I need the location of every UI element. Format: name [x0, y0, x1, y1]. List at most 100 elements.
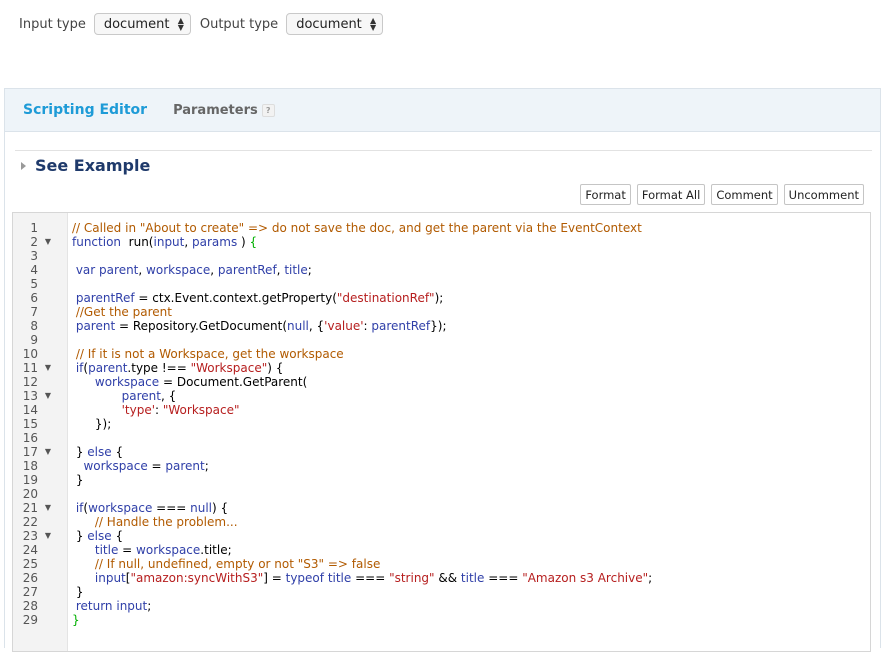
fold-arrow-icon[interactable]: ▼ — [45, 389, 51, 403]
code-line[interactable]: } — [72, 585, 870, 599]
code-token: input — [153, 235, 185, 249]
code-token: = — [147, 459, 166, 473]
tab-scripting-editor[interactable]: Scripting Editor — [23, 102, 147, 118]
code-token: else — [87, 445, 112, 459]
fold-arrow-icon[interactable]: ▼ — [45, 361, 51, 375]
code-line[interactable]: } else { — [72, 445, 870, 459]
code-token: null — [190, 501, 213, 515]
code-line[interactable]: parent, { — [72, 389, 870, 403]
type-selector-bar: Input type document ▲ ▼ Output type docum… — [19, 12, 384, 36]
line-number: 4 — [13, 263, 67, 277]
line-number-text: 17 — [22, 445, 38, 459]
code-token: parent — [165, 459, 205, 473]
line-number: 12 — [13, 375, 67, 389]
format-all-button[interactable]: Format All — [636, 184, 706, 205]
code-token: { — [111, 529, 124, 543]
code-token: = Repository.GetDocument( — [115, 319, 288, 333]
code-line[interactable] — [72, 431, 870, 445]
code-token: // If it is not a Workspace, get the wor… — [75, 347, 344, 361]
tab-parameters-label: Parameters — [173, 102, 258, 118]
code-line[interactable]: title = workspace.title; — [72, 543, 870, 557]
code-line[interactable]: } — [72, 613, 870, 627]
code-token: "Workspace" — [190, 361, 268, 375]
code-line[interactable]: }); — [72, 417, 870, 431]
fold-arrow-icon[interactable]: ▼ — [45, 445, 51, 459]
line-number-text: 28 — [22, 599, 38, 613]
code-token: ; — [147, 599, 152, 613]
line-number-text: 2 — [30, 235, 38, 249]
code-line[interactable] — [72, 487, 870, 501]
code-line[interactable]: if(parent.type !== "Workspace") { — [72, 361, 870, 375]
code-token: { — [249, 235, 258, 249]
code-line[interactable]: var parent, workspace, parentRef, title; — [72, 263, 870, 277]
code-token: //Get the parent — [75, 305, 172, 319]
line-number: 7 — [13, 305, 67, 319]
select-arrows-icon: ▲ ▼ — [370, 16, 377, 32]
output-type-select[interactable]: document ▲ ▼ — [286, 13, 384, 35]
input-type-value: document — [103, 16, 170, 32]
code-token: typeof — [285, 571, 324, 585]
code-token: workspace — [136, 543, 201, 557]
tab-parameters[interactable]: Parameters ? — [173, 103, 275, 118]
fold-arrow-icon[interactable]: ▼ — [45, 501, 51, 515]
see-example-toggle[interactable]: See Example — [21, 156, 150, 175]
code-line[interactable]: workspace = Document.GetParent( — [72, 375, 870, 389]
code-line[interactable]: return input; — [72, 599, 870, 613]
code-token: title — [284, 263, 308, 277]
code-line[interactable]: // Handle the problem... — [72, 515, 870, 529]
code-line[interactable]: workspace = parent; — [72, 459, 870, 473]
line-number-text: 22 — [22, 515, 38, 529]
code-line[interactable] — [72, 333, 870, 347]
line-number-text: 25 — [22, 557, 38, 571]
line-number-text: 12 — [22, 375, 38, 389]
fold-arrow-icon[interactable]: ▼ — [45, 529, 51, 543]
code-line[interactable] — [72, 277, 870, 291]
line-number: 26 — [13, 571, 67, 585]
code-line[interactable]: if(workspace === null) { — [72, 501, 870, 515]
code-token: input — [116, 599, 148, 613]
code-line[interactable]: function run(input, params ) { — [72, 235, 870, 249]
code-line[interactable]: parentRef = ctx.Event.context.getPropert… — [72, 291, 870, 305]
code-content[interactable]: // Called in "About to create" => do not… — [68, 213, 870, 651]
code-line[interactable]: // Called in "About to create" => do not… — [72, 221, 870, 235]
code-line[interactable]: parent = Repository.GetDocument(null, {'… — [72, 319, 870, 333]
line-number: 23 ▼ — [13, 529, 67, 543]
format-button[interactable]: Format — [580, 184, 631, 205]
code-token: else — [87, 529, 112, 543]
code-token: title — [94, 543, 119, 557]
code-token: null — [287, 319, 309, 333]
code-line[interactable]: // If it is not a Workspace, get the wor… — [72, 347, 870, 361]
editor-action-buttons: Format Format All Comment Uncomment — [574, 184, 864, 205]
fold-arrow-icon[interactable]: ▼ — [45, 235, 51, 249]
code-line[interactable] — [72, 249, 870, 263]
line-number: 2 ▼ — [13, 235, 67, 249]
line-number: 13 ▼ — [13, 389, 67, 403]
line-number-text: 21 — [22, 501, 38, 515]
code-token: // Called in "About to create" => do not… — [72, 221, 642, 235]
code-token: }); — [430, 319, 447, 333]
code-token: { — [111, 445, 124, 459]
code-line[interactable]: //Get the parent — [72, 305, 870, 319]
see-example-label: See Example — [35, 156, 151, 175]
line-number-text: 9 — [30, 333, 38, 347]
code-line[interactable]: } — [72, 473, 870, 487]
input-type-select[interactable]: document ▲ ▼ — [93, 13, 191, 35]
comment-button[interactable]: Comment — [711, 184, 778, 205]
line-number-text: 23 — [22, 529, 38, 543]
line-number: 3 — [13, 249, 67, 263]
code-line[interactable]: // If null, undefined, empty or not "S3"… — [72, 557, 870, 571]
line-number: 6 — [13, 291, 67, 305]
input-type-label: Input type — [19, 16, 86, 32]
help-icon[interactable]: ? — [261, 103, 275, 117]
uncomment-button[interactable]: Uncomment — [783, 184, 864, 205]
triangle-right-icon — [21, 161, 26, 170]
code-token: parentRef — [75, 291, 135, 305]
code-line[interactable]: 'type': "Workspace" — [72, 403, 870, 417]
code-editor[interactable]: 1 2 ▼ 3 4 5 6 7 8 9 10 11 ▼ 12 13 ▼ 14 15 16 17 ▼ 18 19 20 21 ▼ 22… — [12, 212, 871, 652]
code-line[interactable]: input["amazon:syncWithS3"] = typeof titl… — [72, 571, 870, 585]
code-line[interactable]: } else { — [72, 529, 870, 543]
code-token: , — [210, 263, 218, 277]
